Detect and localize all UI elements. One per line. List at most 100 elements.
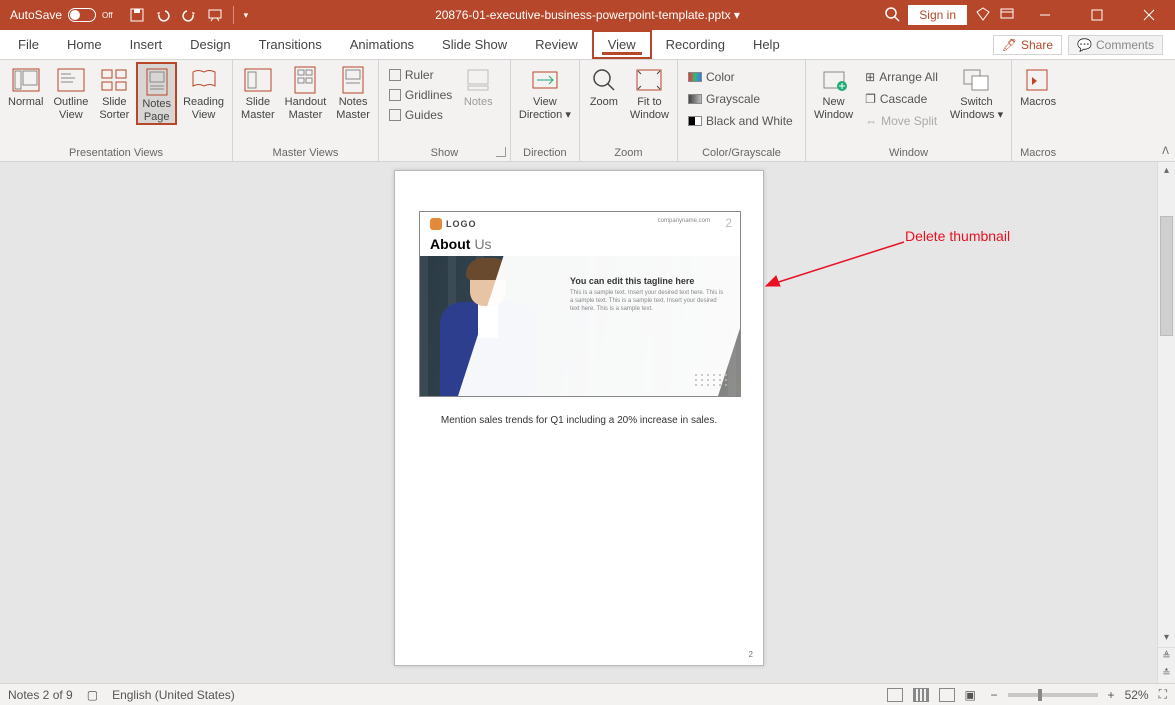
bw-button[interactable]: Black and White (684, 110, 797, 132)
logo-icon (430, 218, 442, 230)
fit-window-icon (635, 66, 663, 94)
sorter-view-status-icon[interactable] (913, 688, 929, 702)
fit-to-window-status-icon[interactable]: ⛶ (1159, 687, 1167, 702)
outline-view-button[interactable]: OutlineView (49, 62, 92, 121)
page-number: 2 (749, 650, 753, 659)
ribbon-display-icon[interactable] (999, 6, 1015, 25)
scroll-up-icon[interactable]: ▴ (1158, 162, 1175, 180)
slide-title: AboutUs (430, 236, 492, 252)
macros-button[interactable]: Macros (1016, 62, 1060, 109)
tab-transitions[interactable]: Transitions (245, 30, 336, 59)
tab-recording[interactable]: Recording (652, 30, 739, 59)
ribbon: Normal OutlineView SlideSorter NotesPage… (0, 60, 1175, 162)
notes-master-button[interactable]: NotesMaster (332, 62, 374, 121)
undo-icon[interactable] (155, 7, 171, 23)
titlebar: AutoSave Off ▾ 20876-01-executive-busine… (0, 0, 1175, 30)
status-language[interactable]: English (United States) (112, 688, 235, 702)
comments-button[interactable]: 💬Comments (1068, 35, 1163, 55)
scrollbar-thumb[interactable] (1160, 216, 1173, 336)
autosave-toggle[interactable]: AutoSave Off (10, 8, 113, 22)
save-icon[interactable] (129, 7, 145, 23)
prev-slide-icon[interactable]: ≜ (1158, 647, 1175, 665)
zoom-in-button[interactable]: + (1108, 688, 1115, 702)
redo-icon[interactable] (181, 7, 197, 23)
slide-tagline: You can edit this tagline here (570, 276, 694, 286)
tab-review[interactable]: Review (521, 30, 592, 59)
tab-design[interactable]: Design (176, 30, 244, 59)
group-macros: Macros Macros (1012, 60, 1064, 161)
tab-home[interactable]: Home (53, 30, 116, 59)
tab-strip: File Home Insert Design Transitions Anim… (0, 30, 1175, 60)
tab-insert[interactable]: Insert (116, 30, 177, 59)
diamond-icon[interactable] (975, 6, 991, 25)
slideshow-status-icon[interactable]: ▣ (965, 688, 981, 702)
slide-body-text: This is a sample text. Insert your desir… (570, 290, 726, 313)
search-icon[interactable] (884, 6, 900, 25)
fit-to-window-button[interactable]: Fit toWindow (626, 62, 673, 121)
customize-qat-icon[interactable]: ▾ (244, 10, 249, 21)
maximize-button[interactable] (1075, 0, 1119, 30)
ruler-checkbox[interactable]: Ruler (387, 66, 452, 84)
normal-view-icon (12, 66, 40, 94)
grayscale-button[interactable]: Grayscale (684, 88, 764, 110)
tab-animations[interactable]: Animations (336, 30, 428, 59)
new-window-icon (820, 66, 848, 94)
tab-help[interactable]: Help (739, 30, 794, 59)
new-window-button[interactable]: NewWindow (810, 62, 857, 121)
slide-sorter-button[interactable]: SlideSorter (94, 62, 134, 121)
reading-view-icon (190, 66, 218, 94)
decorative-dots (695, 374, 728, 386)
speaker-notes-text[interactable]: Mention sales trends for Q1 including a … (395, 415, 763, 426)
notes-pane-button: Notes (458, 62, 498, 109)
tab-view[interactable]: View (592, 30, 652, 59)
arrange-all-button[interactable]: ⊞Arrange All (861, 66, 942, 88)
group-colorgray: Color Grayscale Black and White Color/Gr… (678, 60, 806, 161)
gridlines-checkbox[interactable]: Gridlines (387, 86, 452, 104)
autosave-label: AutoSave (10, 8, 62, 22)
zoom-slider[interactable] (1008, 693, 1098, 697)
group-window: NewWindow ⊞Arrange All ❐Cascade ⇔Move Sp… (806, 60, 1012, 161)
notes-page-icon (143, 68, 171, 96)
color-button[interactable]: Color (684, 66, 739, 88)
normal-view-button[interactable]: Normal (4, 62, 47, 109)
zoom-button[interactable]: Zoom (584, 62, 624, 109)
handout-master-icon (291, 66, 319, 94)
normal-view-status-icon[interactable] (887, 688, 903, 702)
close-button[interactable] (1127, 0, 1171, 30)
collapse-ribbon-icon[interactable]: ᐱ (1162, 146, 1169, 157)
view-direction-button[interactable]: ViewDirection ▾ (515, 62, 575, 121)
scroll-down-icon[interactable]: ▾ (1158, 629, 1175, 647)
slideshow-start-icon[interactable] (207, 7, 223, 23)
notes-page-workspace: LOGO companyname.com 2 AboutUs You can e… (0, 162, 1175, 683)
notes-master-icon (339, 66, 367, 94)
macros-icon (1024, 66, 1052, 94)
outline-view-icon (57, 66, 85, 94)
reading-view-button[interactable]: ReadingView (179, 62, 228, 121)
tab-slideshow[interactable]: Slide Show (428, 30, 521, 59)
slide-thumbnail[interactable]: LOGO companyname.com 2 AboutUs You can e… (419, 211, 741, 397)
accessibility-icon[interactable]: ▢ (87, 688, 98, 702)
next-slide-icon[interactable]: ≛ (1158, 665, 1175, 683)
status-notes-count[interactable]: Notes 2 of 9 (8, 688, 73, 702)
qat-separator (233, 6, 234, 24)
vertical-scrollbar[interactable]: ▴ ▾ ≜ ≛ (1157, 162, 1175, 683)
tab-file[interactable]: File (4, 30, 53, 59)
zoom-icon (590, 66, 618, 94)
zoom-percent[interactable]: 52% (1125, 688, 1149, 702)
switch-windows-button[interactable]: SwitchWindows ▾ (946, 62, 1007, 121)
reading-view-status-icon[interactable] (939, 688, 955, 702)
notes-page-button[interactable]: NotesPage (136, 62, 177, 125)
share-button[interactable]: 🖊Share (993, 35, 1062, 55)
notes-pane-icon (464, 66, 492, 94)
zoom-out-button[interactable]: − (991, 688, 998, 702)
notes-page[interactable]: LOGO companyname.com 2 AboutUs You can e… (394, 170, 764, 666)
show-dialog-launcher[interactable] (496, 147, 506, 157)
signin-button[interactable]: Sign in (908, 5, 967, 25)
logo-text: LOGO (446, 219, 477, 229)
handout-master-button[interactable]: HandoutMaster (281, 62, 331, 121)
slide-master-button[interactable]: SlideMaster (237, 62, 279, 121)
cascade-button[interactable]: ❐Cascade (861, 88, 942, 110)
guides-checkbox[interactable]: Guides (387, 106, 452, 124)
switch-windows-icon (962, 66, 990, 94)
minimize-button[interactable] (1023, 0, 1067, 30)
